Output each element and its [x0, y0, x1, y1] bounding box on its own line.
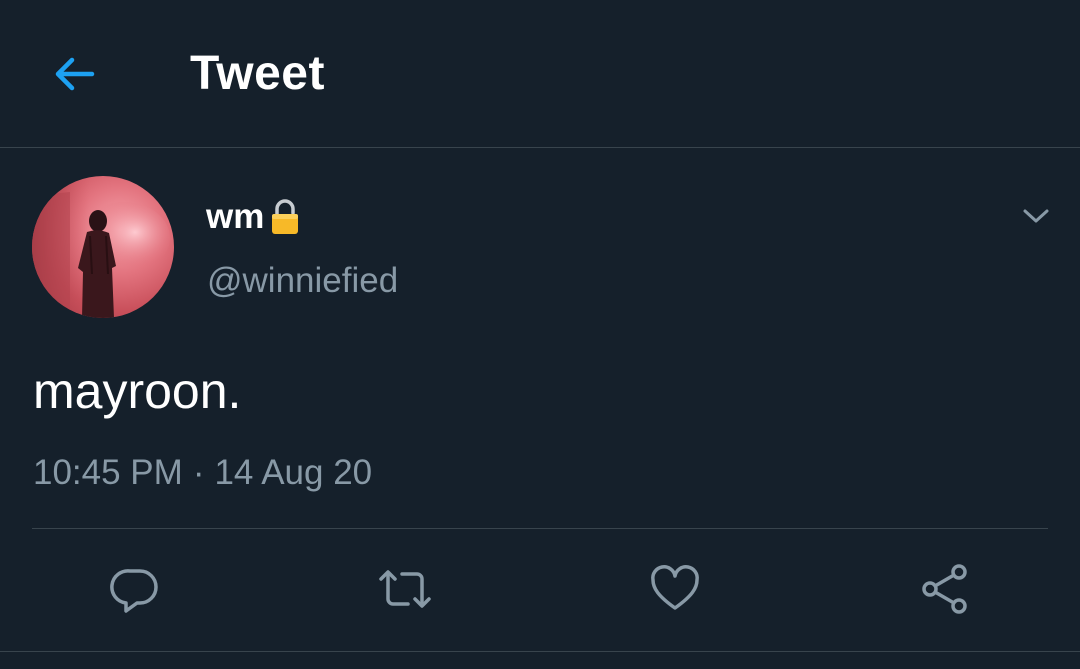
- avatar-photo: [32, 176, 174, 318]
- display-name-text: wm: [206, 197, 265, 236]
- meta-separator: ·: [192, 453, 205, 492]
- tweet-date: 14 Aug 20: [214, 453, 373, 492]
- like-button[interactable]: [645, 559, 705, 619]
- author-handle[interactable]: @winniefied: [207, 261, 398, 301]
- page-title: Tweet: [190, 47, 325, 100]
- lock-icon: [268, 197, 302, 237]
- tweet-detail: wm @winniefied mayroon. 10:45 PM · 14 Au…: [0, 149, 1080, 669]
- more-options-button[interactable]: [1016, 201, 1056, 231]
- bottom-divider: [0, 651, 1080, 652]
- retweet-icon: [379, 570, 431, 608]
- retweet-button[interactable]: [375, 559, 435, 619]
- reply-button[interactable]: [105, 559, 165, 619]
- avatar[interactable]: [32, 176, 174, 318]
- top-app-bar: Tweet: [0, 0, 1080, 148]
- divider: [32, 528, 1048, 529]
- reply-icon: [110, 569, 158, 613]
- share-icon: [922, 564, 967, 614]
- author-display-name[interactable]: wm: [206, 197, 302, 237]
- tweet-action-bar: [0, 559, 1080, 619]
- chevron-down-icon: [1023, 209, 1049, 223]
- tweet-timestamp[interactable]: 10:45 PM · 14 Aug 20: [33, 453, 372, 493]
- back-button[interactable]: [44, 46, 104, 102]
- tweet-detail-screen: Tweet wm @winniefied mayroon. 10:45 PM ·…: [0, 0, 1080, 669]
- tweet-time: 10:45 PM: [33, 453, 183, 492]
- back-arrow-icon: [55, 57, 95, 91]
- tweet-text: mayroon.: [33, 363, 242, 419]
- heart-icon: [651, 565, 699, 610]
- share-button[interactable]: [915, 559, 975, 619]
